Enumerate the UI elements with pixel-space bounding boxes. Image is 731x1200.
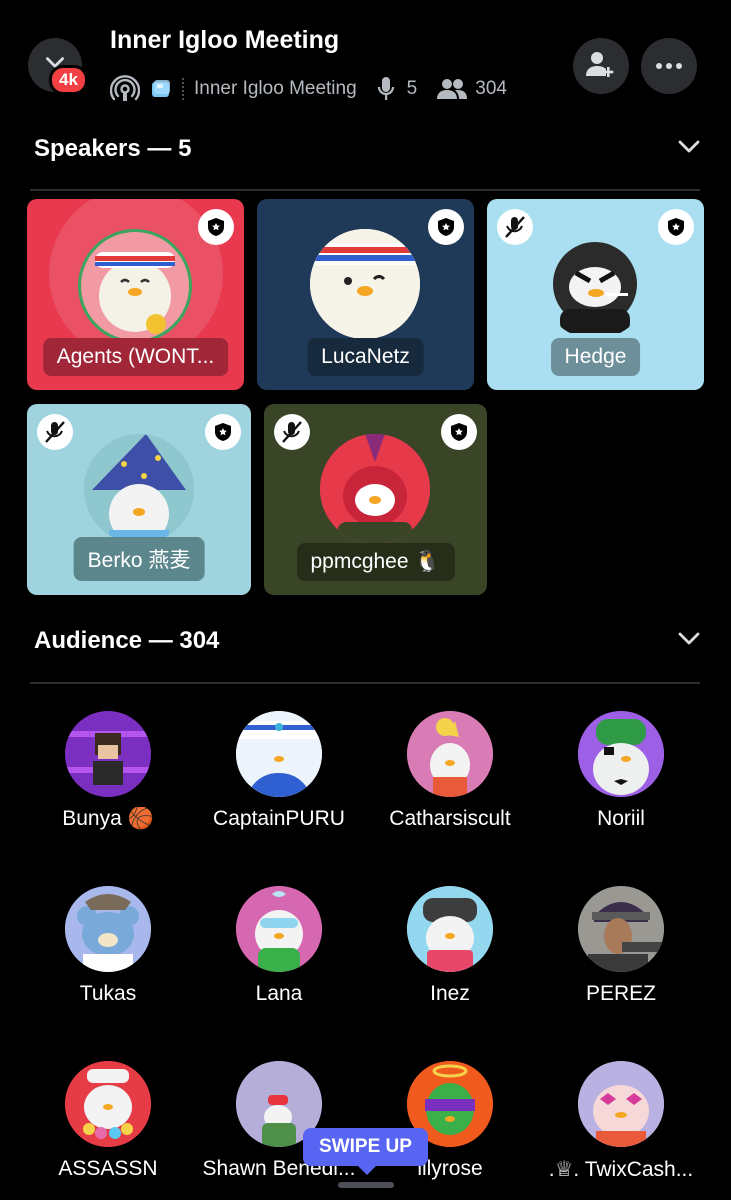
audience-name: ASSASSN (58, 1157, 158, 1180)
moderator-badge (658, 209, 694, 245)
speaker-avatar (540, 229, 650, 339)
audience-member[interactable]: ASSASSN (23, 1061, 193, 1181)
chevron-down-icon[interactable] (678, 632, 700, 651)
audience-section-header[interactable]: Audience — 304 (34, 627, 700, 655)
audience-name: CaptainPURU (213, 807, 345, 830)
audience-avatar (236, 711, 322, 797)
speakers-label: Speakers — 5 (34, 135, 192, 162)
notification-badge: 4k (49, 65, 88, 95)
listener-count: 304 (475, 78, 507, 99)
invite-button[interactable] (573, 38, 629, 94)
stage-info-row: Inner Igloo Meeting 5 304 (110, 74, 507, 104)
audience-member[interactable]: .♕. TwixCash... (536, 1061, 706, 1182)
ellipsis-icon (655, 57, 683, 75)
audience-name: Tukas (79, 982, 137, 1005)
muted-mic-icon (274, 414, 310, 450)
divider (30, 189, 700, 191)
speaker-tile[interactable]: Agents (WONT... (27, 199, 244, 390)
audience-name: Lana (255, 982, 303, 1005)
people-icon (437, 78, 468, 100)
speaker-avatar (78, 229, 192, 343)
speaker-name: Hedge (550, 338, 641, 376)
speaker-name: ppmcghee 🐧 (296, 543, 455, 581)
audience-avatar (578, 711, 664, 797)
audience-member[interactable]: CaptainPURU (194, 711, 364, 831)
audience-label: Audience — 304 (34, 627, 220, 654)
more-options-button[interactable] (641, 38, 697, 94)
audience-member[interactable]: Noriil (536, 711, 706, 831)
speaker-avatar (320, 434, 430, 544)
audience-member[interactable]: PEREZ (536, 886, 706, 1006)
audience-avatar (407, 886, 493, 972)
audience-member[interactable]: Catharsiscult (365, 711, 535, 831)
moderator-badge (198, 209, 234, 245)
audience-member[interactable]: Lana (194, 886, 364, 1006)
speaker-tile[interactable]: Berko 燕麦 (27, 404, 251, 595)
audience-avatar (65, 886, 151, 972)
speakers-section-header[interactable]: Speakers — 5 (34, 135, 700, 163)
audience-name: .♕. TwixCash... (548, 1158, 694, 1181)
audience-avatar (578, 886, 664, 972)
chevron-down-icon[interactable] (678, 140, 700, 159)
header: 4k Inner Igloo Meeting Inner Igloo Meeti… (0, 0, 731, 120)
moderator-badge (428, 209, 464, 245)
stage-title: Inner Igloo Meeting (110, 26, 340, 54)
divider (182, 78, 184, 100)
divider (30, 682, 700, 684)
speaker-avatar (310, 229, 420, 339)
audience-avatar (407, 711, 493, 797)
home-indicator[interactable] (338, 1182, 394, 1188)
microphone-icon (377, 76, 395, 102)
muted-mic-icon (497, 209, 533, 245)
audience-name: Inez (430, 982, 470, 1005)
channel-name: Inner Igloo Meeting (194, 78, 357, 99)
ice-cube-icon (150, 78, 172, 100)
speaker-tile[interactable]: Hedge (487, 199, 704, 390)
moderator-badge (441, 414, 477, 450)
muted-mic-icon (37, 414, 73, 450)
add-user-icon (586, 50, 616, 83)
audience-member[interactable]: Tukas (23, 886, 193, 1006)
audience-name: Catharsiscult (389, 807, 511, 830)
audience-name: Noriil (597, 807, 645, 830)
swipe-up-hint[interactable]: SWIPE UP (303, 1128, 428, 1175)
audience-avatar (65, 711, 151, 797)
speaker-tile[interactable]: ppmcghee 🐧 (264, 404, 487, 595)
speaker-name: Berko 燕麦 (73, 537, 205, 581)
speaker-count: 5 (406, 78, 418, 99)
audience-member[interactable]: Bunya 🏀 (23, 711, 193, 831)
stage-channel-icon (110, 75, 140, 103)
speaker-name: LucaNetz (307, 338, 424, 376)
audience-avatar (65, 1061, 151, 1147)
speaker-name: Agents (WONT... (42, 338, 229, 376)
audience-name: Bunya 🏀 (62, 807, 154, 830)
audience-avatar (578, 1061, 664, 1147)
audience-avatar (236, 886, 322, 972)
speaker-tile[interactable]: LucaNetz (257, 199, 474, 390)
moderator-badge (205, 414, 241, 450)
audience-member[interactable]: Inez (365, 886, 535, 1006)
audience-name: PEREZ (585, 982, 656, 1005)
speaker-avatar (84, 434, 194, 544)
